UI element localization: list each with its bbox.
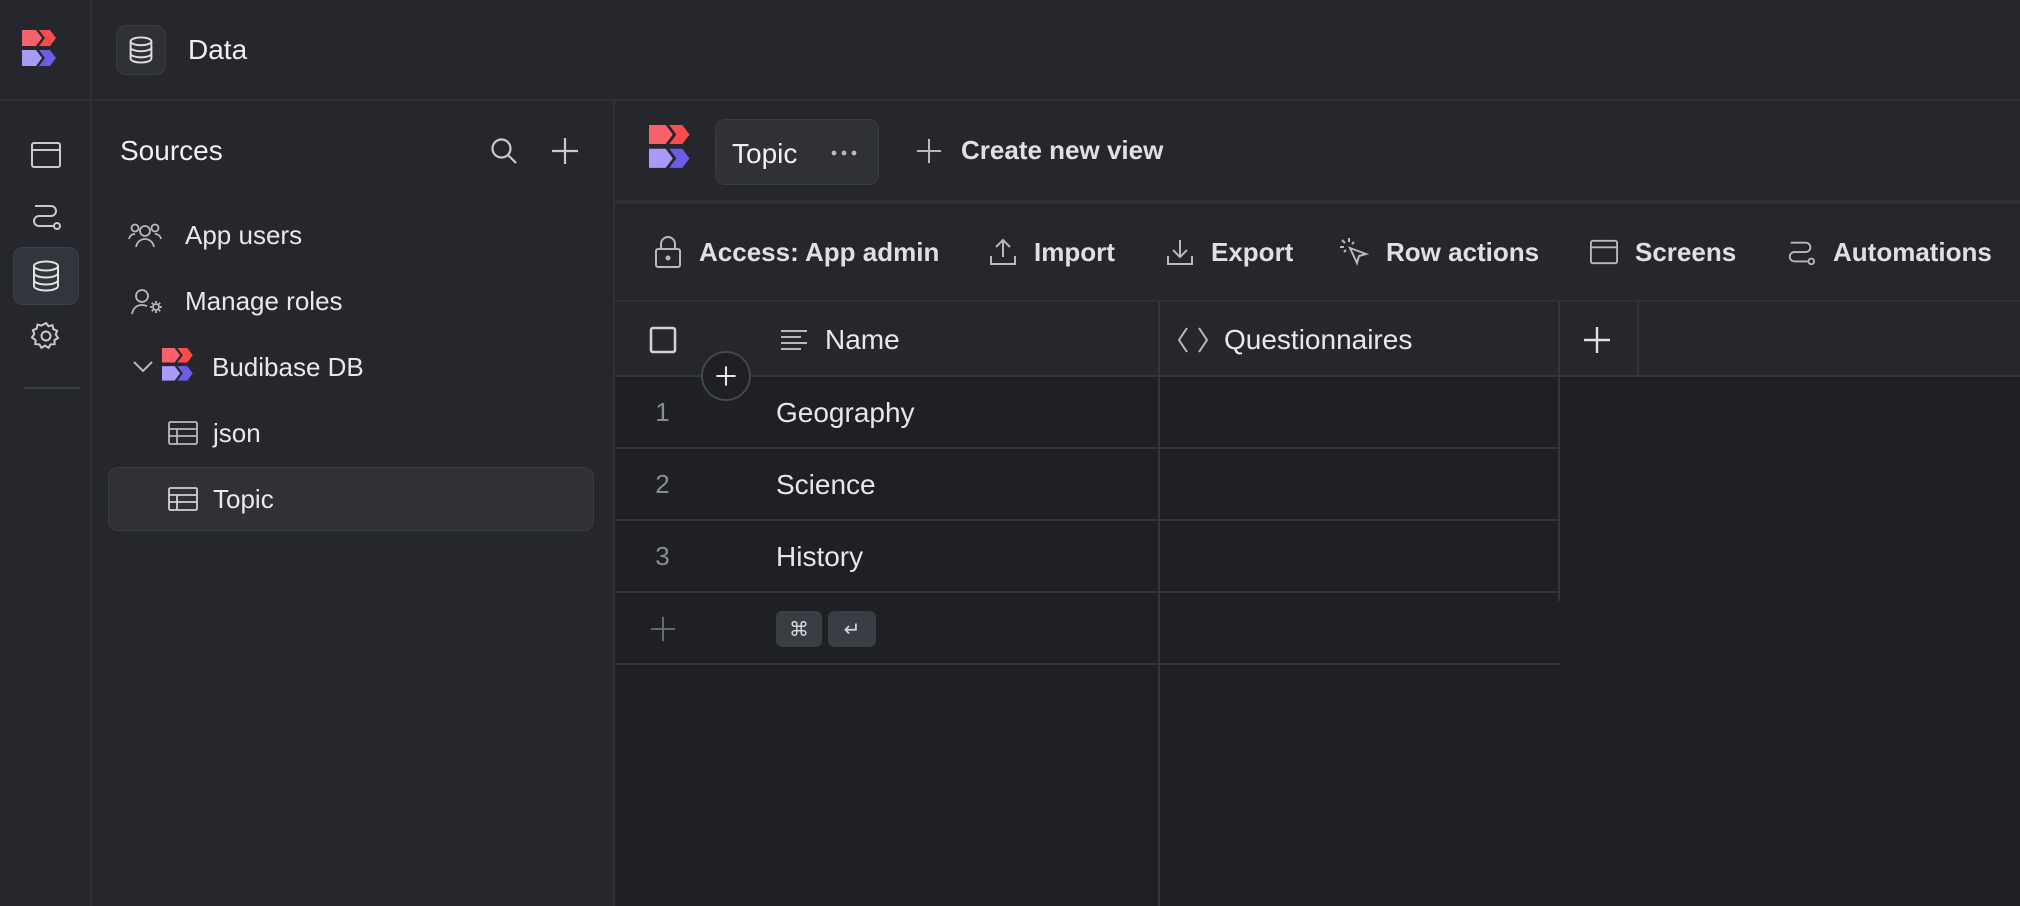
- source-item-budibase-db[interactable]: Budibase DB: [108, 335, 594, 399]
- table-toolbar: Access: App admin Import Export Row acti…: [615, 204, 2020, 302]
- export-button[interactable]: Export: [1165, 232, 1293, 272]
- budibase-db-logo: [649, 125, 699, 175]
- main-content: Topic Create new view Access: App admin: [615, 101, 2020, 906]
- top-bar: Data: [92, 0, 2020, 101]
- row-name-cell[interactable]: History: [776, 541, 863, 573]
- add-row-icon[interactable]: [649, 615, 677, 643]
- page-title: Data: [188, 34, 248, 65]
- database-icon: [129, 36, 153, 64]
- screens-icon: [1590, 239, 1618, 265]
- source-item-topic[interactable]: Topic: [108, 467, 594, 531]
- screens-icon: [31, 142, 61, 168]
- data-grid: Name Questionnaires 1 Geography 2 Scienc…: [615, 302, 2020, 906]
- budibase-logo[interactable]: [22, 30, 64, 72]
- gear-icon: [30, 321, 60, 350]
- rail-automation-button[interactable]: [13, 187, 79, 245]
- automations-label: Automations: [1833, 236, 1992, 267]
- source-item-label: Budibase DB: [212, 351, 364, 382]
- automations-button[interactable]: Automations: [1785, 232, 1992, 272]
- enter-key-hint: ↵: [828, 611, 876, 647]
- screens-button[interactable]: Screens: [1589, 232, 1736, 272]
- row-number: 1: [655, 397, 670, 427]
- rail-divider: [24, 387, 80, 389]
- source-item-app-users[interactable]: App users: [108, 203, 594, 267]
- screens-label: Screens: [1635, 236, 1737, 267]
- export-label: Export: [1211, 236, 1294, 267]
- import-button[interactable]: Import: [988, 232, 1115, 272]
- access-button[interactable]: Access: App admin: [653, 232, 939, 272]
- source-item-manage-roles[interactable]: Manage roles: [108, 269, 594, 333]
- download-icon: [1167, 240, 1193, 265]
- source-item-label: Manage roles: [185, 285, 343, 316]
- database-icon: [33, 260, 59, 292]
- column-header-label: Name: [825, 323, 900, 355]
- table-row[interactable]: 3 History: [615, 521, 1559, 593]
- row-name-cell[interactable]: Geography: [776, 397, 915, 429]
- sources-panel: Sources App users Manage roles Budibase …: [92, 101, 615, 906]
- column-header-label: Questionnaires: [1224, 323, 1413, 355]
- view-bar: Topic Create new view: [615, 101, 2020, 204]
- row-actions-label: Row actions: [1386, 236, 1540, 267]
- create-view-button[interactable]: Create new view: [915, 135, 1163, 166]
- lock-icon: [655, 236, 681, 268]
- user-gear-icon: [130, 287, 164, 315]
- plus-icon: [716, 366, 736, 386]
- source-item-label: App users: [185, 219, 303, 250]
- create-view-label: Create new view: [961, 135, 1164, 165]
- grid-bottom-border: [615, 663, 1559, 665]
- plus-icon: [1584, 326, 1610, 353]
- view-tab-topic[interactable]: Topic: [715, 119, 879, 185]
- table-row[interactable]: 1 Geography: [615, 377, 1559, 449]
- text-field-icon: [781, 329, 807, 350]
- users-icon: [128, 221, 162, 249]
- row-actions-button[interactable]: Row actions: [1338, 232, 1539, 272]
- cursor-click-icon: [1340, 238, 1370, 266]
- row-number: 3: [655, 541, 670, 571]
- data-section-icon-box: [116, 25, 166, 75]
- import-label: Import: [1034, 236, 1115, 267]
- table-icon: [168, 421, 198, 445]
- code-brackets-icon: [1177, 326, 1209, 353]
- left-rail: [0, 0, 92, 906]
- new-row[interactable]: ⌘ ↵: [615, 593, 1559, 665]
- rail-settings-button[interactable]: [13, 307, 79, 365]
- upload-icon: [990, 238, 1016, 265]
- access-label: Access: App admin: [699, 236, 940, 267]
- source-item-label: json: [213, 417, 261, 448]
- floating-add-row-button[interactable]: [701, 351, 751, 401]
- column-header-questionnaires[interactable]: Questionnaires: [1176, 302, 1412, 377]
- table-icon: [168, 487, 198, 511]
- search-icon: [491, 138, 517, 164]
- source-item-json[interactable]: json: [108, 401, 594, 465]
- chevron-down-icon[interactable]: [132, 360, 154, 374]
- row-number: 2: [655, 469, 670, 499]
- plus-icon: [552, 138, 578, 164]
- column-header-name[interactable]: Name: [779, 302, 900, 377]
- search-sources-button[interactable]: [486, 133, 522, 169]
- automation-icon: [1788, 241, 1816, 266]
- column-divider: [1637, 302, 1639, 377]
- rail-data-button[interactable]: [13, 247, 79, 305]
- source-item-label: Topic: [213, 483, 274, 514]
- add-column-button[interactable]: [1582, 302, 1612, 377]
- sources-title: Sources: [120, 135, 223, 166]
- rail-header: [0, 0, 90, 101]
- row-name-cell[interactable]: Science: [776, 469, 876, 501]
- more-options-icon[interactable]: [831, 150, 857, 156]
- plus-icon: [916, 138, 942, 163]
- cmd-key-hint: ⌘: [776, 611, 822, 647]
- view-tab-label: Topic: [732, 138, 798, 169]
- add-source-button[interactable]: [547, 133, 583, 169]
- rail-screens-button[interactable]: [13, 126, 79, 184]
- automation-icon: [33, 205, 61, 230]
- table-row[interactable]: 2 Science: [615, 449, 1559, 521]
- select-all-checkbox[interactable]: [649, 302, 677, 377]
- budibase-db-logo: [162, 348, 200, 386]
